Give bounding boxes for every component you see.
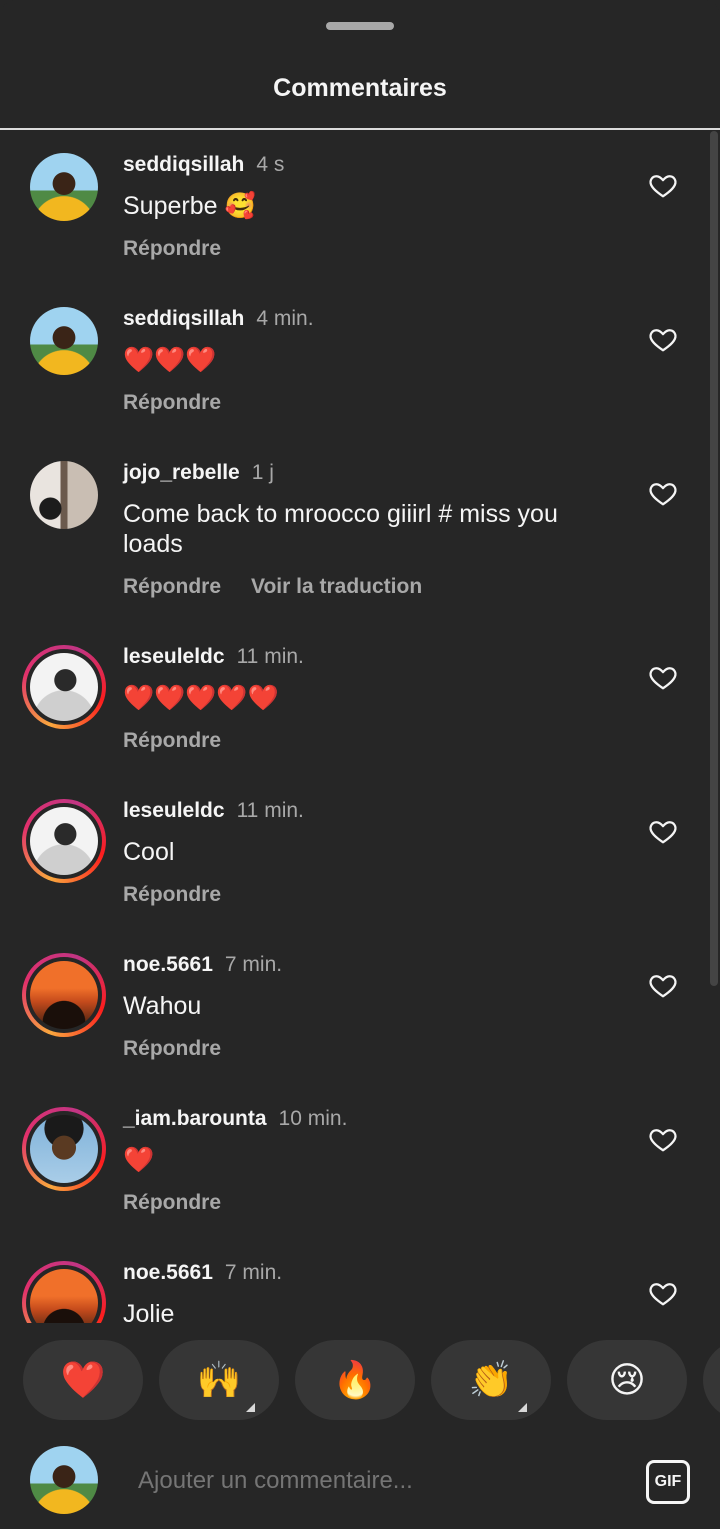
comment-username[interactable]: seddiqsillah <box>123 153 244 176</box>
skin-tone-indicator <box>518 1403 527 1412</box>
reply-button[interactable]: Répondre <box>123 237 221 260</box>
comment-time: 1 j <box>251 461 274 484</box>
comment-text: Superbe 🥰 <box>123 192 256 220</box>
reaction-fire-button[interactable]: 🔥 <box>295 1340 415 1420</box>
reply-button[interactable]: Répondre <box>123 575 221 598</box>
comment-text: Cool <box>123 838 175 866</box>
reaction-more-button[interactable] <box>703 1340 720 1420</box>
avatar-story-ring[interactable] <box>22 1107 106 1191</box>
comment-username[interactable]: leseuleldc <box>123 799 225 822</box>
comments-sheet: Commentaires seddiqsillah 4 s Superbe 🥰 R… <box>0 0 720 1529</box>
reaction-clapping-hands-button[interactable]: 👏 <box>431 1340 551 1420</box>
comment-time: 11 min. <box>236 799 304 822</box>
comment-list[interactable]: seddiqsillah 4 s Superbe 🥰 Répondre seddi… <box>0 131 720 1323</box>
avatar-image <box>30 653 98 721</box>
comment-username[interactable]: noe.5661 <box>123 1261 213 1284</box>
heart-icon[interactable] <box>648 324 678 354</box>
avatar-image <box>30 461 98 529</box>
comment-text: ❤️ <box>123 1146 155 1174</box>
raising-hands-icon: 🙌 <box>196 1359 242 1400</box>
avatar-story-ring[interactable] <box>22 645 106 729</box>
heart-icon[interactable] <box>648 1278 678 1308</box>
avatar-image <box>30 807 98 875</box>
avatar-story-ring[interactable] <box>22 1261 106 1323</box>
heart-icon[interactable] <box>648 478 678 508</box>
see-translation-link[interactable]: Voir la traduction <box>251 575 422 598</box>
clapping-hands-icon: 👏 <box>468 1359 514 1400</box>
scrollbar[interactable] <box>710 131 718 986</box>
avatar-image <box>30 1115 98 1183</box>
heart-icon[interactable] <box>648 170 678 200</box>
comment-text: ❤️❤️❤️ <box>123 346 217 374</box>
avatar[interactable] <box>22 453 106 537</box>
reply-button[interactable]: Répondre <box>123 391 221 414</box>
comment-username[interactable]: jojo_rebelle <box>123 461 240 484</box>
drag-handle[interactable] <box>326 22 394 30</box>
avatar-story-ring[interactable] <box>22 799 106 883</box>
heart-icon[interactable] <box>648 1124 678 1154</box>
comment-time: 10 min. <box>278 1107 348 1130</box>
comment-text: Wahou <box>123 992 202 1020</box>
skin-tone-indicator <box>246 1403 255 1412</box>
heart-icon[interactable] <box>648 662 678 692</box>
reply-button[interactable]: Répondre <box>123 729 221 752</box>
comment-composer: GIF <box>0 1440 720 1529</box>
comment-text: Come back to mroocco giiirl # miss you l… <box>123 500 558 558</box>
avatar[interactable] <box>22 145 106 229</box>
comment-username[interactable]: noe.5661 <box>123 953 213 976</box>
avatar-image <box>30 307 98 375</box>
page-title: Commentaires <box>273 74 447 102</box>
reply-button[interactable]: Répondre <box>123 883 221 906</box>
comment-time: 7 min. <box>224 953 283 976</box>
reaction-red-heart-button[interactable]: ❤️ <box>23 1340 143 1420</box>
comment-text: Jolie <box>123 1300 175 1323</box>
comment-time: 4 s <box>256 153 285 176</box>
comment-username[interactable]: seddiqsillah <box>123 307 244 330</box>
comment-username[interactable]: _iam.barounta <box>123 1107 267 1130</box>
avatar[interactable] <box>22 299 106 383</box>
reply-button[interactable]: Répondre <box>123 1191 221 1214</box>
comment-time: 4 min. <box>256 307 314 330</box>
quick-reactions-bar: ❤️ 🙌 🔥 👏 😢 <box>0 1340 720 1420</box>
avatar-story-ring[interactable] <box>22 953 106 1037</box>
my-avatar <box>30 1446 98 1514</box>
comment-text: ❤️❤️❤️❤️❤️ <box>123 684 279 712</box>
avatar-image <box>30 961 98 1029</box>
heart-icon[interactable] <box>648 816 678 846</box>
gif-button[interactable]: GIF <box>646 1460 690 1504</box>
heart-icon[interactable] <box>648 970 678 1000</box>
comment-username[interactable]: leseuleldc <box>123 645 225 668</box>
comment-input[interactable] <box>136 1466 600 1496</box>
reaction-raising-hands-button[interactable]: 🙌 <box>159 1340 279 1420</box>
header-divider <box>0 128 720 130</box>
reply-button[interactable]: Répondre <box>123 1037 221 1060</box>
reaction-crying-face-button[interactable]: 😢 <box>567 1340 687 1420</box>
comment-time: 7 min. <box>224 1261 283 1284</box>
comment-time: 11 min. <box>236 645 304 668</box>
avatar-image <box>30 153 98 221</box>
